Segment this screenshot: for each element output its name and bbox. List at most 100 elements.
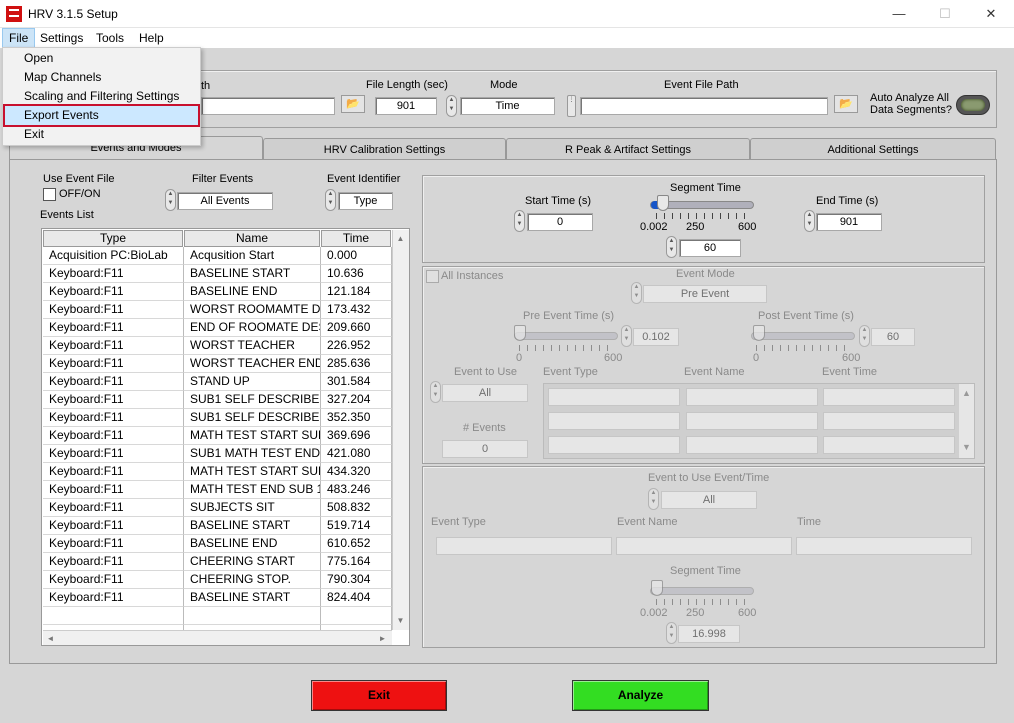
event-to-use-field[interactable]: All bbox=[442, 384, 528, 402]
auto-analyze-toggle[interactable] bbox=[956, 95, 990, 115]
event-identifier-field[interactable]: Type bbox=[338, 192, 393, 210]
use-event-file-checkbox[interactable] bbox=[43, 188, 56, 201]
mode-field[interactable]: Time bbox=[460, 97, 555, 115]
segment-time-thumb[interactable] bbox=[657, 195, 669, 211]
scroll-up-icon[interactable]: ▲ bbox=[393, 231, 408, 246]
path-menu-icon[interactable]: ⋮ bbox=[567, 95, 576, 117]
table-row[interactable]: Keyboard:F11SUB1 SELF DESCRIBE ENI352.35… bbox=[43, 409, 392, 427]
scroll-down-icon[interactable]: ▼ bbox=[393, 613, 408, 628]
menu-item-exit[interactable]: Exit bbox=[5, 125, 198, 144]
menu-tools[interactable]: Tools bbox=[90, 28, 130, 48]
post-event-slider[interactable] bbox=[751, 332, 855, 340]
events-horizontal-scrollbar[interactable]: ◄ ► bbox=[43, 630, 392, 645]
event-file-path-field[interactable] bbox=[580, 97, 828, 115]
tab-additional-settings[interactable]: Additional Settings bbox=[750, 138, 996, 160]
pre-event-thumb[interactable] bbox=[514, 325, 526, 341]
table-row[interactable]: Keyboard:F11 MATH TEST START SUB1 434.320 bbox=[43, 463, 392, 481]
minimize-button[interactable]: — bbox=[876, 0, 922, 28]
table-row[interactable]: Keyboard:F11 SUBJECTS SIT 508.832 bbox=[43, 499, 392, 517]
exit-button[interactable]: Exit bbox=[311, 680, 447, 711]
event-time-spinner[interactable]: ▲ ▼ bbox=[648, 488, 659, 510]
menu-item-export-events[interactable]: Export Events bbox=[3, 104, 200, 127]
cell-type: Keyboard:F11 bbox=[43, 571, 184, 589]
table-row[interactable]: Keyboard:F11 CHEERING START 775.164 bbox=[43, 553, 392, 571]
scroll-up-icon[interactable]: ▲ bbox=[959, 388, 974, 398]
scroll-right-icon[interactable]: ► bbox=[375, 631, 390, 646]
tab-hrv-calibration[interactable]: HRV Calibration Settings bbox=[263, 138, 506, 160]
table-row[interactable]: Keyboard:F11 BASELINE END 610.652 bbox=[43, 535, 392, 553]
close-button[interactable]: ✕ bbox=[968, 0, 1014, 28]
table-row[interactable]: Keyboard:F11 WORST TEACHER 226.952 bbox=[43, 337, 392, 355]
segment-ticks bbox=[656, 213, 748, 219]
mode-spinner[interactable]: ▲ ▼ bbox=[446, 95, 457, 117]
table-row[interactable]: Keyboard:F11 BASELINE END 121.184 bbox=[43, 283, 392, 301]
table-row[interactable]: Keyboard:F11 BASELINE START 10.636 bbox=[43, 265, 392, 283]
table-row[interactable]: Keyboard:F11 MATH TEST START SUB2 369.696 bbox=[43, 427, 392, 445]
event-grid-scrollbar[interactable]: ▲ ▼ bbox=[959, 384, 974, 458]
table-row[interactable]: Keyboard:F11 BASELINE START 824.404 bbox=[43, 589, 392, 607]
pre-event-spinner[interactable]: ▲ ▼ bbox=[621, 325, 632, 347]
event-time-name-field bbox=[616, 537, 792, 555]
menu-settings[interactable]: Settings bbox=[34, 28, 89, 48]
cell-name: BASELINE END bbox=[184, 535, 321, 553]
event-time-segment-spinner[interactable]: ▲ ▼ bbox=[666, 622, 677, 644]
post-event-spinner[interactable]: ▲ ▼ bbox=[859, 325, 870, 347]
cell-time: 226.952 bbox=[321, 337, 392, 355]
menu-item-scaling-filtering[interactable]: Scaling and Filtering Settings bbox=[5, 87, 198, 106]
menu-file[interactable]: File bbox=[2, 28, 36, 48]
pre-event-slider[interactable] bbox=[514, 332, 618, 340]
menu-item-open[interactable]: Open bbox=[5, 49, 198, 68]
menu-item-map-channels[interactable]: Map Channels bbox=[5, 68, 198, 87]
segment-value-field[interactable]: 60 bbox=[679, 239, 741, 257]
filter-events-spinner[interactable]: ▲ ▼ bbox=[165, 189, 176, 211]
event-time-tick-min: 0.002 bbox=[640, 607, 668, 619]
event-time-segment-thumb[interactable] bbox=[651, 580, 663, 596]
column-header-time[interactable]: Time bbox=[321, 230, 391, 247]
event-time-segment-field[interactable]: 16.998 bbox=[678, 625, 740, 643]
cell-type: Keyboard:F11 bbox=[43, 535, 184, 553]
filter-events-field[interactable]: All Events bbox=[177, 192, 273, 210]
table-row[interactable]: Keyboard:F11 END OF ROOMATE DESC 209.660 bbox=[43, 319, 392, 337]
analyze-button[interactable]: Analyze bbox=[572, 680, 709, 711]
events-table[interactable]: Type Name Time Acquisition PC:BioLab Acqu… bbox=[41, 228, 410, 646]
event-mode-field[interactable]: Pre Event bbox=[643, 285, 767, 303]
pre-event-tick-max: 600 bbox=[604, 352, 623, 364]
column-header-name[interactable]: Name bbox=[184, 230, 320, 247]
event-time-field[interactable]: All bbox=[661, 491, 757, 509]
end-time-spinner[interactable]: ▲ ▼ bbox=[804, 210, 815, 232]
table-row[interactable]: Keyboard:F11 CHEERING STOP. 790.304 bbox=[43, 571, 392, 589]
segment-value-spinner[interactable]: ▲ ▼ bbox=[666, 236, 677, 258]
start-time-field[interactable]: 0 bbox=[527, 213, 593, 231]
end-time-field[interactable]: 901 bbox=[816, 213, 882, 231]
browse-event-file-button[interactable]: 📂 bbox=[834, 95, 858, 113]
table-row[interactable]: Acquisition PC:BioLab Acqusition Start 0.0… bbox=[43, 247, 392, 265]
scroll-down-icon[interactable]: ▼ bbox=[959, 442, 974, 452]
event-identifier-spinner[interactable]: ▲ ▼ bbox=[325, 189, 336, 211]
pre-event-field[interactable]: 0.102 bbox=[633, 328, 679, 346]
cell-name: BASELINE START bbox=[184, 589, 321, 607]
table-row[interactable]: Keyboard:F11 STAND UP 301.584 bbox=[43, 373, 392, 391]
auto-analyze-label-2: Data Segments? bbox=[870, 104, 952, 116]
maximize-button[interactable]: ☐ bbox=[922, 0, 968, 28]
all-instances-checkbox[interactable] bbox=[426, 270, 439, 283]
post-event-thumb[interactable] bbox=[753, 325, 765, 341]
event-mode-spinner[interactable]: ▲ ▼ bbox=[631, 282, 642, 304]
table-row[interactable]: Keyboard:F11 BASELINE START 519.714 bbox=[43, 517, 392, 535]
start-time-spinner[interactable]: ▲ ▼ bbox=[514, 210, 525, 232]
event-to-use-spinner[interactable]: ▲ ▼ bbox=[430, 381, 441, 403]
table-row[interactable]: Keyboard:F11 SUB1 MATH TEST END 421.080 bbox=[43, 445, 392, 463]
file-path-field[interactable] bbox=[201, 97, 335, 115]
table-row[interactable]: Keyboard:F11 MATH TEST END SUB 1 483.246 bbox=[43, 481, 392, 499]
post-event-field[interactable]: 60 bbox=[871, 328, 915, 346]
event-time-segment-slider[interactable] bbox=[650, 587, 754, 595]
events-vertical-scrollbar[interactable]: ▲ ▼ bbox=[392, 230, 409, 630]
scroll-left-icon[interactable]: ◄ bbox=[43, 631, 58, 646]
column-header-type[interactable]: Type bbox=[43, 230, 183, 247]
browse-file-button[interactable]: 📂 bbox=[341, 95, 365, 113]
menu-help[interactable]: Help bbox=[133, 28, 170, 48]
table-row[interactable]: Keyboard:F11 SUB1 SELF DESCRIBE 327.204 bbox=[43, 391, 392, 409]
table-row[interactable] bbox=[43, 607, 392, 625]
tab-r-peak-artifact[interactable]: R Peak & Artifact Settings bbox=[506, 138, 750, 160]
table-row[interactable]: Keyboard:F11 WORST ROOMAMTE DE 173.432 bbox=[43, 301, 392, 319]
table-row[interactable]: Keyboard:F11 WORST TEACHER END 285.636 bbox=[43, 355, 392, 373]
